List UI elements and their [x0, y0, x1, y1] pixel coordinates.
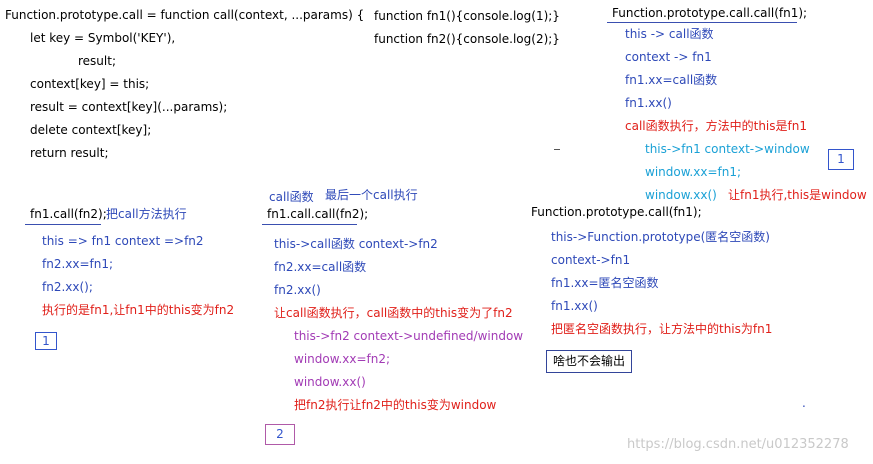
impl-line-3: result;: [78, 54, 116, 68]
impl-line-5: result = context[key](...params);: [30, 100, 228, 114]
nested-explain-line: window.xx(): [645, 188, 717, 202]
output-note-badge: 啥也不会输出: [546, 350, 632, 373]
example-heading: Function.prototype.call.call(fn1);: [612, 6, 808, 20]
impl-line-4: context[key] = this;: [30, 77, 150, 91]
stray-dot: .: [802, 396, 806, 410]
nested-explain-line: window.xx(): [294, 375, 366, 389]
heading-underline: [25, 224, 101, 225]
explain-line: context -> fn1: [625, 50, 712, 64]
conclusion-line: 执行的是fn1,让fn1中的this变为fn2: [42, 303, 235, 317]
nested-explain-line: this->fn2 context->undefined/window: [294, 329, 524, 343]
explain-line: fn2.xx(): [274, 283, 321, 297]
conclusion-line: 把匿名空函数执行，让方法中的this为fn1: [551, 322, 773, 336]
step-badge: 1: [35, 332, 57, 350]
watermark: https://blog.csdn.net/u012352278: [627, 437, 849, 452]
fn2-definition: function fn2(){console.log(2);}: [374, 32, 560, 46]
example-heading: Function.prototype.call(fn1);: [531, 205, 702, 219]
explain-line: fn2.xx=call函数: [274, 260, 367, 274]
conclusion-line: 让call函数执行，call函数中的this变为了fn2: [274, 306, 513, 320]
explain-line: context->fn1: [551, 253, 631, 267]
explain-line: this->Function.prototype(匿名空函数): [551, 230, 770, 244]
step-badge: 1: [828, 149, 854, 170]
conclusion-line: call函数执行，方法中的this是fn1: [625, 119, 807, 133]
heading-underline: [301, 224, 357, 225]
step-badge: 2: [265, 424, 295, 445]
explain-line: this => fn1 context =>fn2: [42, 234, 204, 248]
heading-underline: [262, 224, 302, 225]
annotation-label: 最后一个call执行: [325, 188, 418, 202]
impl-line-7: return result;: [30, 146, 109, 160]
nested-explain-line: window.xx=fn1;: [645, 165, 742, 179]
explain-line: fn1.xx(): [625, 96, 672, 110]
explain-line: fn1.xx(): [551, 299, 598, 313]
explain-line: fn1.xx=匿名空函数: [551, 276, 659, 290]
conclusion-line: 让fn1执行,this是window: [728, 188, 867, 202]
annotation-label: call函数: [269, 190, 314, 204]
impl-line-2: let key = Symbol('KEY'),: [30, 31, 176, 45]
nested-explain-line: this->fn1 context->window: [645, 142, 810, 156]
explain-line: fn2.xx=fn1;: [42, 257, 114, 271]
explain-line: fn1.xx=call函数: [625, 73, 718, 87]
impl-line-1: Function.prototype.call = function call(…: [5, 8, 365, 22]
example-heading: fn1.call.call(fn2);: [267, 207, 369, 221]
fn1-definition: function fn1(){console.log(1);}: [374, 9, 560, 23]
example-heading: fn1.call(fn2);: [30, 207, 107, 221]
impl-line-6: delete context[key];: [30, 123, 152, 137]
explain-line: fn2.xx();: [42, 280, 93, 294]
explain-line: this->call函数 context->fn2: [274, 237, 438, 251]
nested-explain-line: window.xx=fn2;: [294, 352, 391, 366]
explain-line: this -> call函数: [625, 27, 714, 41]
annotation-label: 把call方法执行: [106, 207, 187, 221]
dash-mark: [554, 149, 560, 150]
heading-underline: [607, 22, 797, 23]
conclusion-line: 把fn2执行让fn2中的this变为window: [294, 398, 497, 412]
